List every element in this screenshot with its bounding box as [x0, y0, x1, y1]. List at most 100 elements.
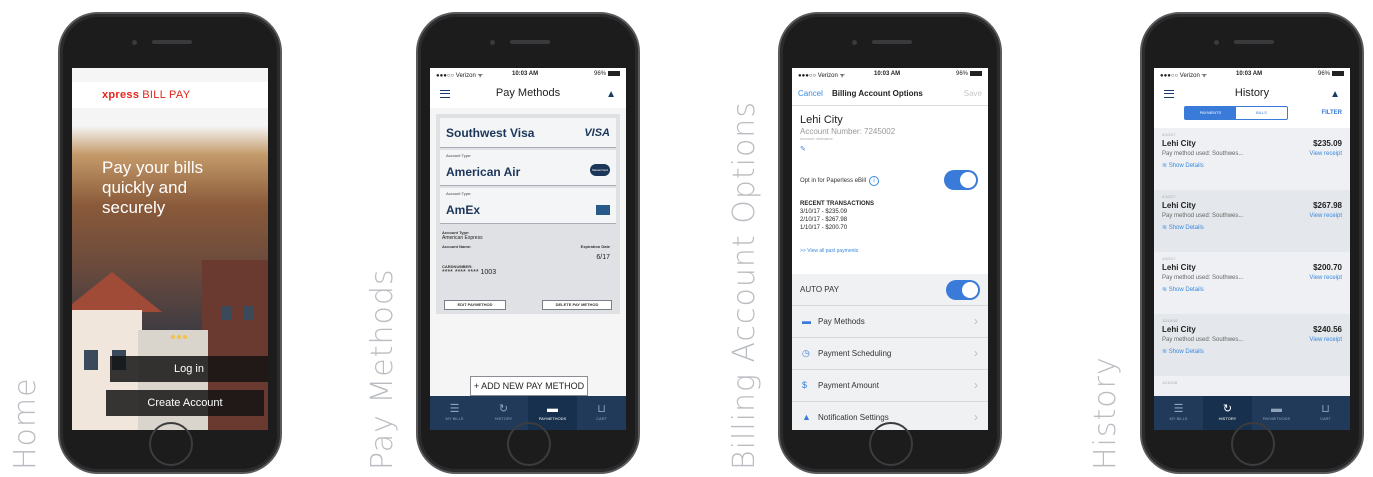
row-label: Payment Scheduling	[818, 349, 892, 358]
clock: 10:03 AM	[1236, 71, 1263, 77]
header: Pay Methods ▲	[430, 82, 626, 106]
phone-billing-options: ●●●○○ Verizon ᯤ 10:03 AM 96% Cancel Bill…	[778, 12, 1002, 474]
add-pay-method-button[interactable]: + ADD NEW PAY METHOD	[470, 376, 588, 396]
item-pay-method: Pay method used: Southwes...	[1162, 151, 1244, 157]
item-date: 12/10/16	[1162, 318, 1178, 323]
camera	[1214, 40, 1219, 45]
item-date: 1/10/17	[1162, 256, 1176, 261]
item-pay-method: Pay method used: Southwes...	[1162, 337, 1244, 343]
label-home: Home	[8, 377, 43, 470]
list-item[interactable]: 1/10/17 Lehi City $200.70 Pay method use…	[1154, 252, 1350, 314]
show-details-link[interactable]: ≋ Show Details	[1162, 348, 1204, 355]
cart-icon: ⊔	[597, 403, 606, 415]
info-icon[interactable]: i	[869, 176, 880, 186]
window	[222, 306, 232, 320]
list-item[interactable]: 12/10/16 Lehi City $240.56 Pay method us…	[1154, 314, 1350, 376]
login-button[interactable]: Log in	[110, 356, 268, 382]
auto-pay-toggle[interactable]	[946, 280, 980, 300]
card-american-air[interactable]: Account Type: American Air MasterCard	[440, 150, 616, 186]
camera	[490, 40, 495, 45]
label-billing-account-options: Billing Account Options	[727, 101, 762, 470]
home-button[interactable]	[149, 422, 193, 466]
carousel-dots[interactable]	[170, 326, 188, 344]
row-payment-scheduling[interactable]: ◷ Payment Scheduling ›	[792, 338, 988, 370]
card-details: Account Type: American Express Account N…	[442, 230, 610, 276]
phone-history: ●●●○○ Verizon ᯤ 10:03 AM 96% History ▲ P…	[1140, 12, 1364, 474]
card-number-value: **** **** **** 1003	[442, 269, 497, 276]
paperless-toggle[interactable]	[944, 170, 978, 190]
segment-payments[interactable]: PAYMENTS	[1185, 107, 1236, 119]
showcase: Home Pay Methods Billing Account Options…	[0, 0, 1373, 477]
expiration-label: Expiration Date	[580, 244, 610, 249]
view-receipt-link[interactable]: View receipt	[1309, 151, 1342, 157]
account-city: Lehi City	[800, 114, 843, 126]
transaction-item: 3/10/17 - $235.09	[800, 209, 848, 215]
chevron-right-icon: ›	[974, 346, 978, 360]
pencil-icon[interactable]: ✎	[800, 145, 980, 153]
expiration-value: 6/17	[596, 254, 610, 261]
view-all-payments-link[interactable]: >> View all past payments	[800, 248, 858, 254]
list-item[interactable]: 3/10/17 Lehi City $235.09 Pay method use…	[1154, 128, 1350, 190]
show-details-link[interactable]: ≋ Show Details	[1162, 224, 1204, 231]
tab-my-bills[interactable]: ☰ MY BILLS	[1154, 396, 1203, 430]
show-details-link[interactable]: ≋ Show Details	[1162, 286, 1204, 293]
cart-icon: ⊔	[1321, 403, 1330, 415]
chevron-right-icon: ›	[974, 378, 978, 392]
show-details-link[interactable]: ≋ Show Details	[1162, 162, 1204, 169]
bell-icon[interactable]: ▲	[606, 89, 616, 100]
segmented-control: PAYMENTS BILLS	[1184, 106, 1288, 120]
home-button[interactable]	[1231, 422, 1275, 466]
settings-list: AUTO PAY ▬ Pay Methods › ◷ Payment Sched…	[792, 274, 988, 430]
bell-icon: ▲	[802, 412, 811, 422]
home-screen: xpress BILL PAY Pay your bills quickly an…	[72, 68, 268, 430]
carrier: ●●●○○ Verizon ᯤ	[798, 73, 845, 79]
row-pay-methods[interactable]: ▬ Pay Methods ›	[792, 306, 988, 338]
item-name: Lehi City	[1162, 139, 1196, 148]
view-receipt-link[interactable]: View receipt	[1309, 337, 1342, 343]
edit-pay-method-button[interactable]: EDIT PAYMETHOD	[444, 300, 506, 310]
home-headline: Pay your bills quickly and securely	[102, 158, 204, 217]
save-button[interactable]: Save	[964, 89, 982, 98]
tab-cart[interactable]: ⊔ CART	[577, 396, 626, 430]
status-bar: ●●●○○ Verizon ᯤ 10:03 AM 96%	[1154, 68, 1350, 82]
carrier: ●●●○○ Verizon ᯤ	[436, 73, 483, 79]
mastercard-icon: MasterCard	[590, 164, 610, 176]
cancel-button[interactable]: Cancel	[798, 89, 823, 98]
row-payment-amount[interactable]: $ Payment Amount ›	[792, 370, 988, 402]
view-receipt-link[interactable]: View receipt	[1309, 275, 1342, 281]
account-type-label: Account Type:	[446, 153, 472, 158]
card-southwest-visa[interactable]: Southwest Visa VISA	[440, 118, 616, 148]
billing-options-screen: ●●●○○ Verizon ᯤ 10:03 AM 96% Cancel Bill…	[792, 68, 988, 430]
speaker	[510, 40, 550, 44]
label-pay-methods: Pay Methods	[365, 268, 400, 470]
row-label: Pay Methods	[818, 317, 865, 326]
bell-icon[interactable]: ▲	[1330, 89, 1340, 100]
filter-button[interactable]: FILTER	[1321, 110, 1342, 116]
pay-methods-body: Southwest Visa VISA Account Type: Americ…	[430, 108, 626, 400]
battery: 96%	[956, 71, 982, 77]
tab-my-bills[interactable]: ☰ MY BILLS	[430, 396, 479, 430]
item-pay-method: Pay method used: Southwes...	[1162, 275, 1244, 281]
card-amex[interactable]: Account Type: AmEx	[440, 188, 616, 224]
recent-header: RECENT TRANSACTIONS	[800, 201, 875, 207]
page-title: Pay Methods	[495, 87, 561, 99]
auto-pay-label: AUTO PAY	[800, 285, 840, 294]
paperless-optin: Opt in for Paperless eBill i	[800, 176, 880, 186]
home-button[interactable]	[869, 422, 913, 466]
list-item[interactable]: 2/10/17 Lehi City $267.98 Pay method use…	[1154, 190, 1350, 252]
dollar-icon: $	[802, 380, 808, 390]
card-icon: ▬	[547, 403, 558, 415]
transaction-item: 2/10/17 - $267.98	[800, 217, 848, 223]
history-icon: ↻	[1222, 403, 1233, 415]
tab-cart[interactable]: ⊔ CART	[1301, 396, 1350, 430]
speaker	[1234, 40, 1274, 44]
account-info: Lehi City Account Number: 7245002 Accoun…	[792, 108, 988, 272]
item-amount: $200.70	[1313, 263, 1342, 272]
segment-bills[interactable]: BILLS	[1236, 107, 1287, 119]
view-receipt-link[interactable]: View receipt	[1309, 213, 1342, 219]
row-label: Payment Amount	[818, 381, 879, 390]
carrier: ●●●○○ Verizon ᯤ	[1160, 73, 1207, 79]
home-button[interactable]	[507, 422, 551, 466]
delete-pay-method-button[interactable]: DELETE PAY METHOD	[542, 300, 612, 310]
create-account-button[interactable]: Create Account	[106, 390, 264, 416]
